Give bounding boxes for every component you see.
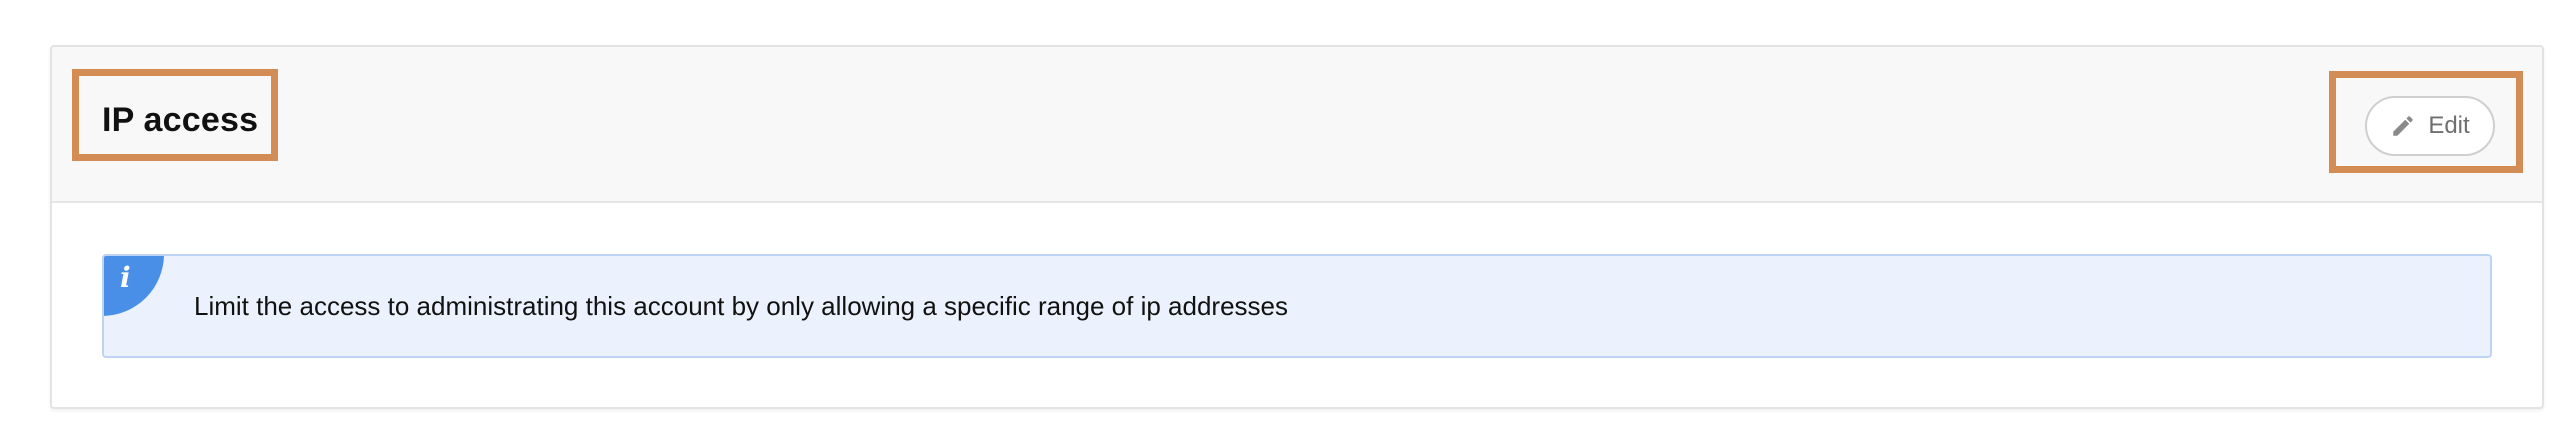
edit-button[interactable]: Edit [2365,96,2495,156]
edit-button-label: Edit [2428,112,2470,139]
info-alert: i Limit the access to administrating thi… [102,254,2492,358]
panel-title: IP access [102,101,259,139]
info-icon: i [120,261,131,294]
panel-body: i Limit the access to administrating thi… [52,203,2542,407]
info-corner: i [104,256,164,316]
panel-header: IP access Edit [52,47,2542,203]
page: IP access Edit i Limit the access to adm… [0,0,2560,444]
pencil-icon [2390,113,2416,139]
info-message: Limit the access to administrating this … [194,291,1289,321]
ip-access-panel: IP access Edit i Limit the access to adm… [50,45,2544,409]
